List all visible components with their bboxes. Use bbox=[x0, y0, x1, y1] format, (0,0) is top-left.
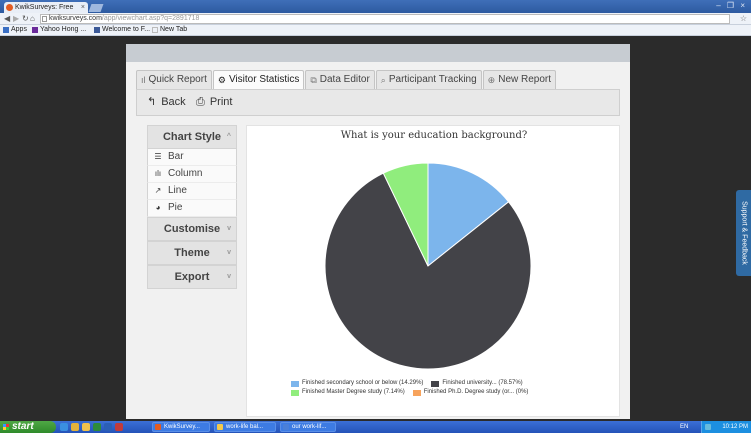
address-bar: ◀ ▶ ↻ ⌂ kwiksurveys.com/app/viewchart.as… bbox=[0, 13, 751, 25]
plus-icon: ⊕ bbox=[487, 75, 496, 85]
ie-icon[interactable] bbox=[60, 423, 68, 431]
chevron-down-icon: v bbox=[227, 273, 231, 280]
chevron-down-icon: v bbox=[227, 225, 231, 232]
favicon-icon bbox=[6, 4, 13, 11]
chart-style-bar[interactable]: ☰ Bar bbox=[147, 149, 237, 166]
url-path: /app/viewchart.asp?q=2891718 bbox=[101, 15, 200, 22]
language-indicator[interactable]: EN bbox=[680, 421, 688, 433]
network-icon[interactable] bbox=[705, 424, 711, 430]
new-tab-button[interactable] bbox=[88, 4, 104, 12]
system-tray: EN 10:12 PM bbox=[680, 421, 751, 433]
pie-chart bbox=[324, 162, 532, 370]
search-icon: ⌕ bbox=[380, 75, 386, 85]
windows-taskbar: start KwikSurvey... work-life bal... our… bbox=[0, 421, 751, 433]
chart-style-line[interactable]: ↗ Line bbox=[147, 183, 237, 200]
bookmarks-bar: Apps Yahoo Hong ... Welcome to F... New … bbox=[0, 25, 751, 36]
column-chart-icon: ılı bbox=[154, 169, 162, 178]
chart-area: What is your education background? Finis… bbox=[246, 125, 620, 417]
tab-quick-report[interactable]: ıl Quick Report bbox=[136, 70, 212, 89]
close-tab-icon[interactable]: × bbox=[81, 2, 85, 13]
bookmark-facebook[interactable]: Welcome to F... bbox=[94, 25, 150, 35]
legend-item-secondary[interactable]: Finished secondary school or below (14.2… bbox=[291, 379, 423, 388]
legend-item-university[interactable]: Finished university... (78.57%) bbox=[431, 379, 523, 388]
tab-new-report[interactable]: ⊕ New Report bbox=[482, 70, 557, 89]
word-icon[interactable] bbox=[104, 423, 112, 431]
page-icon bbox=[152, 27, 158, 33]
legend-swatch bbox=[291, 380, 299, 387]
windows-logo-icon bbox=[3, 424, 9, 430]
bar-chart-icon: ☰ bbox=[154, 152, 162, 161]
bookmark-new-tab[interactable]: New Tab bbox=[152, 25, 187, 35]
chevron-up-icon: ^ bbox=[226, 133, 231, 140]
legend-swatch bbox=[412, 389, 421, 396]
tab-participant-tracking[interactable]: ⌕ Participant Tracking bbox=[375, 70, 482, 89]
gear-icon: ⚙ bbox=[217, 75, 226, 85]
support-feedback-tab[interactable]: Support & Feedback bbox=[736, 190, 751, 276]
facebook-icon bbox=[94, 27, 100, 33]
app-icon[interactable] bbox=[115, 423, 123, 431]
browser-tab-title: KwikSurveys: Free bbox=[15, 4, 74, 11]
theme-header[interactable]: Theme v bbox=[147, 241, 237, 265]
customise-header[interactable]: Customise v bbox=[147, 217, 237, 241]
reload-icon[interactable]: ↻ bbox=[22, 13, 29, 25]
chart-options-sidebar: Chart Style ^ ☰ Bar ılı Column ↗ Line ◕ … bbox=[147, 125, 237, 289]
page-icon bbox=[42, 16, 47, 22]
tab-data-editor[interactable]: ⧉ Data Editor bbox=[305, 70, 375, 89]
home-icon[interactable]: ⌂ bbox=[30, 13, 35, 25]
tab-visitor-statistics[interactable]: ⚙ Visitor Statistics bbox=[212, 70, 305, 89]
excel-icon[interactable] bbox=[93, 423, 101, 431]
edit-icon: ⧉ bbox=[310, 75, 317, 85]
media-icon[interactable] bbox=[71, 423, 79, 431]
forward-arrow-icon[interactable]: ▶ bbox=[13, 13, 19, 25]
url-host: kwiksurveys.com bbox=[49, 15, 102, 22]
line-chart-icon: ↗ bbox=[154, 186, 162, 195]
back-button[interactable]: ↰ Back bbox=[147, 90, 186, 115]
pie-chart-icon: ◕ bbox=[155, 203, 161, 212]
yahoo-icon bbox=[32, 27, 38, 33]
clock: 10:12 PM bbox=[722, 424, 748, 430]
page-header-strip bbox=[126, 44, 630, 62]
export-header[interactable]: Export v bbox=[147, 265, 237, 289]
taskbar-item-folder[interactable]: work-life bal... bbox=[214, 422, 276, 432]
legend-item-phd[interactable]: Finished Ph.D. Degree study (or... (0%) bbox=[412, 388, 528, 397]
start-button[interactable]: start bbox=[0, 421, 56, 433]
taskbar-item-chrome[interactable]: KwikSurvey... bbox=[152, 422, 210, 432]
chart-style-header[interactable]: Chart Style ^ bbox=[147, 125, 237, 149]
bookmark-yahoo[interactable]: Yahoo Hong ... bbox=[32, 25, 86, 35]
bookmark-apps[interactable]: Apps bbox=[3, 25, 27, 35]
taskbar-item-word[interactable]: our work-lif... bbox=[280, 422, 336, 432]
word-icon bbox=[283, 424, 289, 430]
folder-icon bbox=[217, 424, 223, 430]
chart-style-column[interactable]: ılı Column bbox=[147, 166, 237, 183]
legend-item-master[interactable]: Finished Master Degree study (7.14%) bbox=[291, 388, 405, 397]
legend-swatch bbox=[431, 380, 440, 387]
bar-chart-icon: ıl bbox=[141, 75, 146, 85]
legend-swatch bbox=[291, 389, 299, 396]
browser-tab-strip: KwikSurveys: Free × – ❐ × bbox=[0, 0, 751, 13]
report-panel: ıl Quick Report ⚙ Visitor Statistics ⧉ D… bbox=[126, 62, 630, 419]
url-input[interactable]: kwiksurveys.com/app/viewchart.asp?q=2891… bbox=[40, 14, 730, 24]
apps-icon bbox=[3, 27, 9, 33]
chrome-icon bbox=[155, 424, 161, 430]
folder-icon[interactable] bbox=[82, 423, 90, 431]
quick-launch bbox=[60, 423, 123, 431]
report-tabs: ıl Quick Report ⚙ Visitor Statistics ⧉ D… bbox=[136, 70, 557, 89]
bookmark-star-icon[interactable]: ☆ bbox=[740, 13, 747, 25]
report-toolbar: ↰ Back ⎙ Print bbox=[136, 89, 620, 116]
page: ıl Quick Report ⚙ Visitor Statistics ⧉ D… bbox=[0, 36, 751, 421]
back-arrow-icon: ↰ bbox=[147, 96, 157, 108]
chart-legend: Finished secondary school or below (14.2… bbox=[291, 379, 591, 397]
print-button[interactable]: ⎙ Print bbox=[196, 90, 232, 115]
browser-tab[interactable]: KwikSurveys: Free × bbox=[4, 2, 88, 13]
chart-style-pie[interactable]: ◕ Pie bbox=[147, 200, 237, 217]
window-controls[interactable]: – ❐ × bbox=[716, 1, 747, 10]
back-arrow-icon[interactable]: ◀ bbox=[4, 13, 10, 25]
chevron-down-icon: v bbox=[227, 249, 231, 256]
printer-icon: ⎙ bbox=[196, 96, 205, 108]
